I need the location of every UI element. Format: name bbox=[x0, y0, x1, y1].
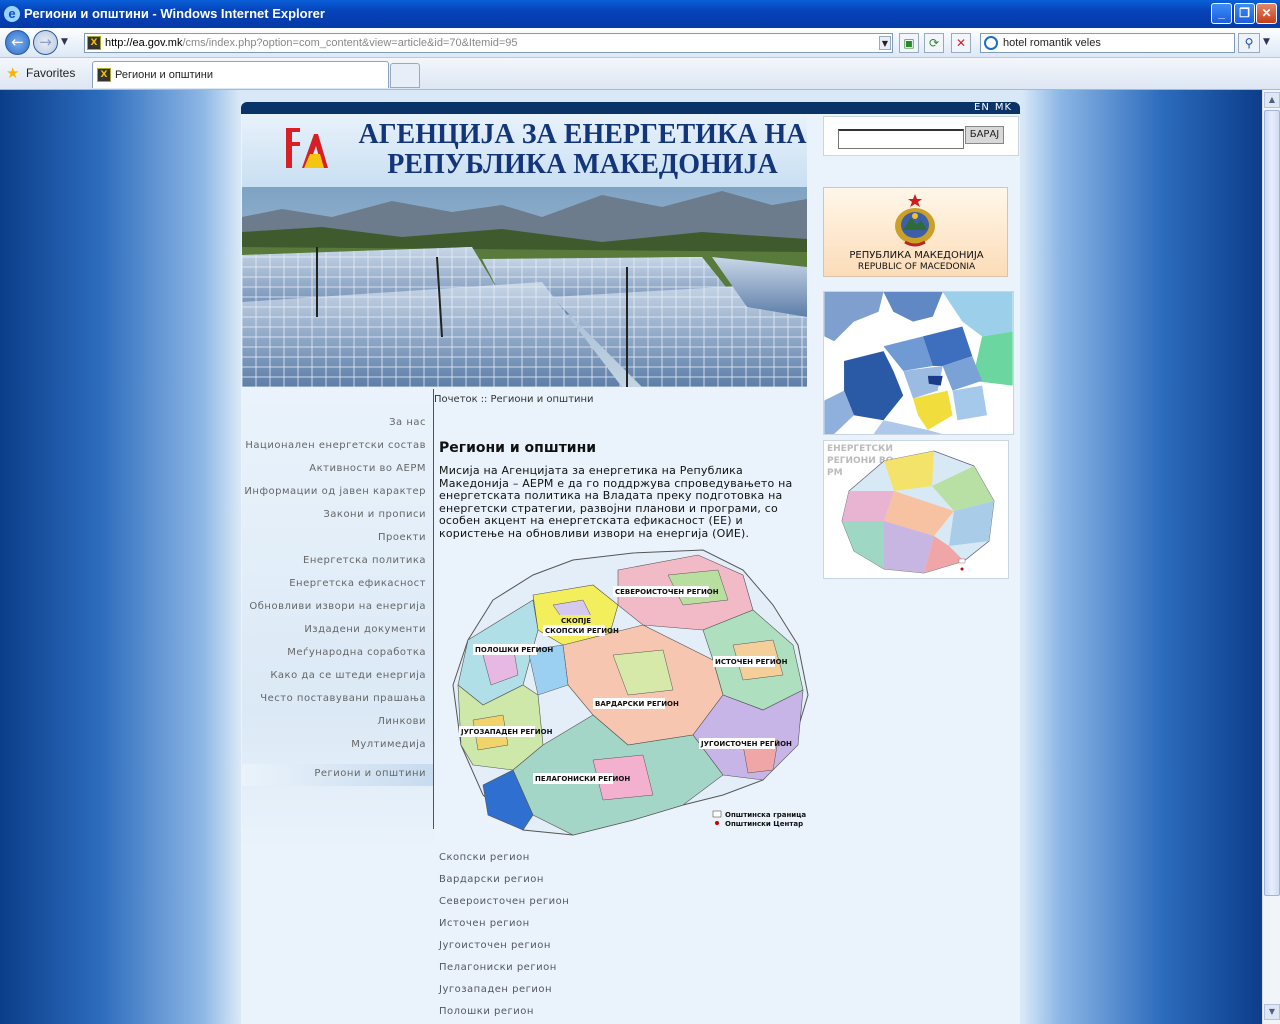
scroll-thumb[interactable] bbox=[1264, 110, 1280, 896]
region-links: Скопски регион Вардарски регион Североис… bbox=[439, 852, 569, 1024]
nav-item[interactable]: Обновливи извори на енергија bbox=[242, 601, 434, 624]
site-search-box: БАРАЈ bbox=[823, 116, 1019, 156]
nav-item[interactable]: Мултимедија bbox=[242, 739, 434, 762]
nav-item[interactable]: Информации од јавен карактер bbox=[242, 486, 434, 509]
nav-item[interactable]: Како да се штеди енергија bbox=[242, 670, 434, 693]
breadcrumb-separator: :: bbox=[480, 394, 488, 405]
nav-item[interactable]: Често поставувани прашања bbox=[242, 693, 434, 716]
address-dropdown-icon[interactable]: ▼ bbox=[879, 36, 891, 50]
url-path: /cms/index.php?option=com_content&view=a… bbox=[182, 37, 518, 49]
address-toolbar: ← → ▼ http://ea.gov.mk/cms/index.php?opt… bbox=[0, 28, 1280, 58]
region-link[interactable]: Источен регион bbox=[439, 918, 569, 940]
stop-icon[interactable]: ✕ bbox=[951, 33, 971, 53]
region-link[interactable]: Вардарски регион bbox=[439, 874, 569, 896]
title-bar: e Региони и општини - Windows Internet E… bbox=[0, 0, 1280, 28]
nav-item[interactable]: Проекти bbox=[242, 532, 434, 555]
europe-map-image[interactable] bbox=[823, 291, 1014, 435]
scroll-up-icon[interactable]: ▲ bbox=[1264, 92, 1280, 108]
nav-item[interactable]: Издадени документи bbox=[242, 624, 434, 647]
map-label-skopje: СКОПСКИ РЕГИОН bbox=[545, 627, 619, 635]
region-link[interactable]: Североисточен регион bbox=[439, 896, 569, 918]
site-favicon-icon: X bbox=[87, 36, 101, 50]
article-title: Региони и општини bbox=[439, 440, 597, 456]
breadcrumb: Почеток:: Региони и општини bbox=[434, 394, 594, 405]
main-navigation: За нас Национален енергетски состав Акти… bbox=[242, 389, 434, 849]
nav-item[interactable]: Национален енергетски состав bbox=[242, 440, 434, 463]
agency-name-line1: АГЕНЦИЈА ЗА ЕНЕРГЕТИКА НА bbox=[358, 119, 807, 150]
search-go-button[interactable]: ⚲ bbox=[1238, 33, 1260, 53]
site-search-button[interactable]: БАРАЈ bbox=[965, 126, 1004, 144]
forward-button[interactable]: → bbox=[33, 30, 58, 55]
tab-favicon-icon: X bbox=[97, 68, 111, 82]
search-provider-icon bbox=[984, 36, 998, 50]
article-body: Мисија на Агенцијата за енергетика на Ре… bbox=[439, 464, 793, 540]
ie-logo-icon: e bbox=[4, 6, 20, 22]
search-options-icon[interactable]: ▼ bbox=[1263, 37, 1270, 47]
agency-logo-icon[interactable] bbox=[280, 124, 330, 172]
back-button[interactable]: ← bbox=[5, 30, 30, 55]
address-input[interactable]: http://ea.gov.mk/cms/index.php?option=co… bbox=[84, 33, 893, 53]
browser-window: e Региони и општини - Windows Internet E… bbox=[0, 0, 1280, 1024]
map-legend-border: Општинска граница bbox=[725, 811, 806, 819]
new-tab-button[interactable] bbox=[390, 63, 420, 88]
macedonia-regions-map: СЕВЕРОИСТОЧЕН РЕГИОН СКОПЈЕ СКОПСКИ РЕГИ… bbox=[452, 549, 809, 836]
site-search-input[interactable] bbox=[838, 129, 964, 149]
regions-thumbnail bbox=[841, 450, 995, 574]
nav-item[interactable]: Енергетска политика bbox=[242, 555, 434, 578]
top-strip bbox=[241, 102, 1020, 114]
map-legend-center: Општински Центар bbox=[725, 820, 803, 828]
agency-name: АГЕНЦИЈА ЗА ЕНЕРГЕТИКА НА РЕПУБЛИКА МАКЕ… bbox=[345, 120, 820, 180]
region-link[interactable]: Пелагониски регион bbox=[439, 962, 569, 984]
vertical-scrollbar[interactable]: ▲ ▼ bbox=[1262, 90, 1280, 1024]
solar-panels-banner bbox=[242, 187, 807, 387]
energy-regions-map-image[interactable]: ЕНЕРГЕТСКИ РЕГИОНИ ВО РМ bbox=[823, 440, 1009, 579]
maximize-button[interactable]: ❐ bbox=[1234, 3, 1255, 24]
nav-item[interactable]: Линкови bbox=[242, 716, 434, 739]
lang-mk-link[interactable]: MK bbox=[995, 102, 1012, 113]
search-input[interactable]: hotel romantik veles bbox=[980, 33, 1235, 53]
favorites-button[interactable]: Favorites bbox=[26, 66, 75, 80]
scroll-down-icon[interactable]: ▼ bbox=[1264, 1004, 1280, 1020]
coat-of-arms-icon bbox=[895, 194, 935, 247]
refresh-icon[interactable]: ⟳ bbox=[924, 33, 944, 53]
lang-en-link[interactable]: EN bbox=[974, 102, 990, 113]
agency-name-line2: РЕПУБЛИКА МАКЕДОНИЈА bbox=[387, 149, 778, 180]
minimize-button[interactable]: _ bbox=[1211, 3, 1232, 24]
region-link[interactable]: Скопски регион bbox=[439, 852, 569, 874]
nav-item[interactable]: Меѓународна соработка bbox=[242, 647, 434, 670]
favorites-bar: ★ Favorites X Региони и општини bbox=[0, 58, 1280, 90]
nav-item[interactable]: Закони и прописи bbox=[242, 509, 434, 532]
tab-title: Региони и општини bbox=[115, 69, 214, 81]
url-domain: http://ea.gov.mk bbox=[105, 37, 183, 49]
region-link[interactable]: Полошки регион bbox=[439, 1006, 569, 1024]
close-button[interactable]: ✕ bbox=[1256, 3, 1277, 24]
breadcrumb-current: Региони и општини bbox=[490, 394, 594, 405]
nav-item[interactable]: За нас bbox=[242, 417, 434, 440]
map-label-south-east: ЈУГОИСТОЧЕН РЕГИОН bbox=[700, 740, 792, 748]
history-dropdown-icon[interactable]: ▼ bbox=[61, 37, 68, 47]
favorites-star-icon[interactable]: ★ bbox=[6, 64, 19, 82]
map-label-skopje-city: СКОПЈЕ bbox=[561, 617, 591, 625]
tab-active[interactable]: X Региони и општини bbox=[92, 61, 389, 88]
coat-caption-en: REPUBLIC OF MACEDONIA bbox=[857, 262, 976, 272]
nav-item[interactable]: Енергетска ефикасност bbox=[242, 578, 434, 601]
nav-divider bbox=[433, 389, 434, 829]
breadcrumb-home-link[interactable]: Почеток bbox=[434, 394, 478, 405]
map-label-polog: ПОЛОШКИ РЕГИОН bbox=[475, 646, 553, 654]
map-label-south-west: ЈУГОЗАПАДЕН РЕГИОН bbox=[460, 728, 553, 736]
region-link[interactable]: Југоисточен регион bbox=[439, 940, 569, 962]
coat-caption-mk: РЕПУБЛИКА МАКЕДОНИЈА bbox=[849, 250, 984, 261]
region-link[interactable]: Југозападен регион bbox=[439, 984, 569, 1006]
map-label-east: ИСТОЧЕН РЕГИОН bbox=[715, 658, 788, 666]
map-label-vardar: ВАРДАРСКИ РЕГИОН bbox=[595, 700, 679, 708]
window-title: Региони и општини - Windows Internet Exp… bbox=[24, 6, 325, 21]
map-label-pelagonia: ПЕЛАГОНИСКИ РЕГИОН bbox=[535, 775, 630, 783]
language-switcher: EN MK bbox=[974, 102, 1017, 113]
nav-item-active[interactable]: Региони и општини bbox=[242, 764, 434, 786]
map-label-north-east: СЕВЕРОИСТОЧЕН РЕГИОН bbox=[615, 588, 719, 596]
nav-item[interactable]: Активности во АЕРМ bbox=[242, 463, 434, 486]
compatibility-view-icon[interactable]: ▣ bbox=[899, 33, 919, 53]
republic-banner[interactable]: РЕПУБЛИКА МАКЕДОНИЈА REPUBLIC OF MACEDON… bbox=[823, 187, 1008, 277]
